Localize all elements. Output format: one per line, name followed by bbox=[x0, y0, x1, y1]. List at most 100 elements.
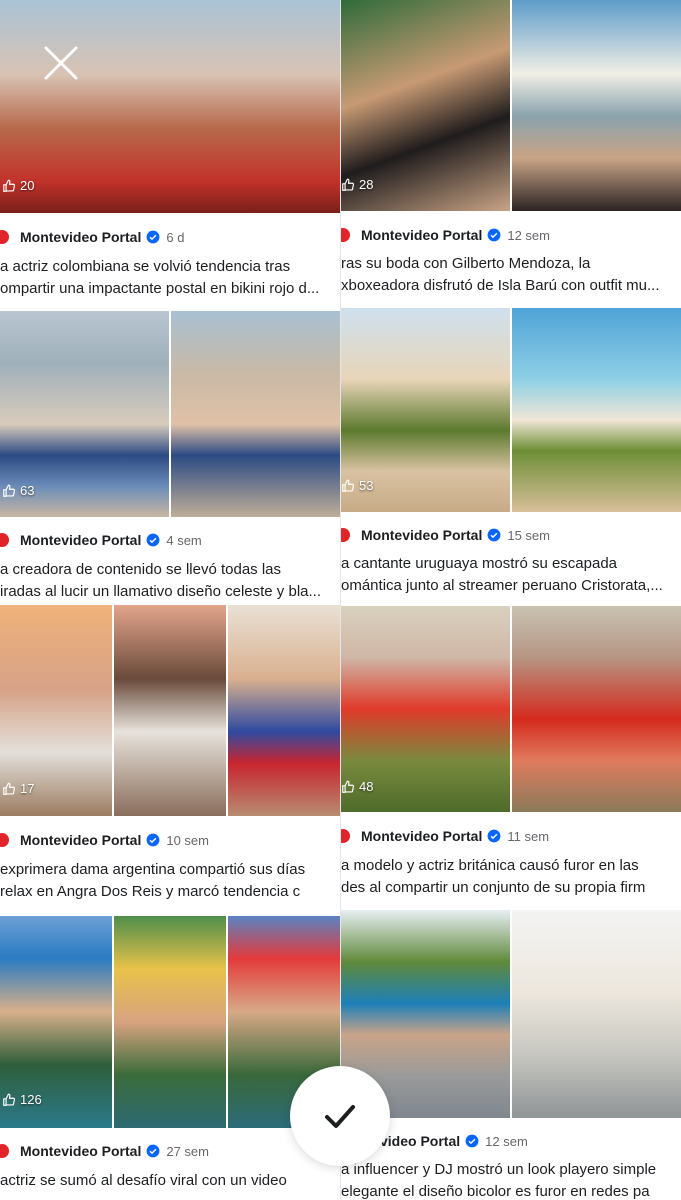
like-count-value: 53 bbox=[359, 478, 374, 493]
photo bbox=[0, 0, 340, 213]
post-card[interactable]: ntevideo Portal 12 sem a influencer y DJ… bbox=[341, 910, 681, 1200]
post-author-row[interactable]: Montevideo Portal 15 sem bbox=[341, 525, 550, 545]
post-caption[interactable]: ras su boda con Gilberto Mendoza, la xbo… bbox=[341, 253, 681, 297]
author-name[interactable]: Montevideo Portal bbox=[361, 227, 482, 243]
avatar[interactable] bbox=[341, 827, 352, 845]
post-image[interactable] bbox=[341, 308, 681, 512]
post-author-row[interactable]: Montevideo Portal 4 sem bbox=[0, 530, 202, 550]
caption-line: xboxeadora disfrutó de Isla Barú con out… bbox=[341, 277, 660, 294]
author-name[interactable]: Montevideo Portal bbox=[361, 828, 482, 844]
caption-line: a modelo y actriz británica causó furor … bbox=[341, 857, 639, 874]
post-image[interactable] bbox=[0, 916, 340, 1128]
thumbs-up-icon bbox=[342, 479, 355, 492]
post-age: 15 sem bbox=[507, 527, 550, 543]
verified-badge-icon bbox=[146, 1144, 160, 1158]
post-image[interactable] bbox=[0, 0, 340, 213]
like-count-value: 126 bbox=[20, 1092, 42, 1107]
photo bbox=[112, 605, 226, 816]
post-card[interactable]: 28 Montevideo Portal 12 sem ras su boda … bbox=[341, 0, 681, 305]
photo bbox=[510, 606, 681, 812]
caption-line: iradas al lucir un llamativo diseño cele… bbox=[0, 583, 321, 600]
caption-line: ras su boda con Gilberto Mendoza, la bbox=[341, 255, 591, 272]
avatar[interactable] bbox=[0, 1142, 11, 1160]
verified-badge-icon bbox=[487, 228, 501, 242]
verified-badge-icon bbox=[146, 533, 160, 547]
like-count: 126 bbox=[2, 1092, 42, 1107]
author-name[interactable]: Montevideo Portal bbox=[361, 527, 482, 543]
like-count: 17 bbox=[2, 781, 34, 796]
post-caption[interactable]: actriz se sumó al desafío viral con un v… bbox=[0, 1170, 340, 1192]
caption-line: relax en Angra Dos Reis y marcó tendenci… bbox=[0, 883, 301, 900]
photo bbox=[169, 311, 340, 517]
post-caption[interactable]: a actriz colombiana se volvió tendencia … bbox=[0, 256, 340, 300]
like-count: 63 bbox=[2, 483, 34, 498]
left-column: 20 Montevideo Portal 6 d a actriz colomb… bbox=[0, 0, 340, 1200]
post-image[interactable] bbox=[341, 606, 681, 812]
verified-badge-icon bbox=[146, 230, 160, 244]
verified-badge-icon bbox=[465, 1134, 479, 1148]
caption-line: elegante el diseño bicolor es furor en r… bbox=[341, 1183, 650, 1200]
post-caption[interactable]: a modelo y actriz británica causó furor … bbox=[341, 855, 681, 899]
post-image[interactable] bbox=[0, 311, 340, 517]
like-count-value: 20 bbox=[20, 178, 35, 193]
avatar[interactable] bbox=[0, 831, 11, 849]
avatar[interactable] bbox=[341, 526, 352, 544]
author-name[interactable]: Montevideo Portal bbox=[20, 1143, 141, 1159]
thumbs-up-icon bbox=[3, 782, 16, 795]
thumbs-up-icon bbox=[342, 780, 355, 793]
post-age: 10 sem bbox=[166, 832, 209, 848]
post-card[interactable]: 48 Montevideo Portal 11 sem a modelo y a… bbox=[341, 606, 681, 908]
verified-badge-icon bbox=[487, 528, 501, 542]
like-count-value: 17 bbox=[20, 781, 35, 796]
post-author-row[interactable]: Montevideo Portal 6 d bbox=[0, 227, 184, 247]
post-card[interactable]: 17 Montevideo Portal 10 sem exprimera da… bbox=[0, 605, 340, 912]
caption-line: a actriz colombiana se volvió tendencia … bbox=[0, 258, 291, 275]
verified-badge-icon bbox=[487, 829, 501, 843]
photo bbox=[226, 605, 340, 816]
like-count: 20 bbox=[2, 178, 34, 193]
caption-line: a cantante uruguaya mostró su escapada bbox=[341, 555, 618, 572]
photo bbox=[510, 0, 681, 211]
post-caption[interactable]: a cantante uruguaya mostró su escapada o… bbox=[341, 553, 681, 597]
close-icon bbox=[44, 46, 78, 80]
like-count: 48 bbox=[341, 779, 373, 794]
post-caption[interactable]: a creadora de contenido se llevó todas l… bbox=[0, 559, 340, 603]
author-name[interactable]: Montevideo Portal bbox=[20, 229, 141, 245]
post-age: 4 sem bbox=[166, 532, 202, 548]
author-name[interactable]: Montevideo Portal bbox=[20, 832, 141, 848]
confirm-button[interactable] bbox=[290, 1066, 390, 1166]
avatar[interactable] bbox=[0, 228, 11, 246]
thumbs-up-icon bbox=[3, 1093, 16, 1106]
post-caption[interactable]: exprimera dama argentina compartió sus d… bbox=[0, 859, 340, 903]
caption-line: a creadora de contenido se llevó todas l… bbox=[0, 561, 282, 578]
thumbs-up-icon bbox=[3, 179, 16, 192]
post-caption[interactable]: a influencer y DJ mostró un look playero… bbox=[341, 1159, 681, 1200]
post-image[interactable] bbox=[341, 910, 681, 1118]
like-count-value: 48 bbox=[359, 779, 374, 794]
like-count: 53 bbox=[341, 478, 373, 493]
post-card[interactable]: 126 Montevideo Portal 27 sem actriz se s… bbox=[0, 916, 340, 1200]
post-author-row[interactable]: Montevideo Portal 11 sem bbox=[341, 826, 549, 846]
photo bbox=[112, 916, 226, 1128]
post-image[interactable] bbox=[0, 605, 340, 816]
caption-line: omántica junto al streamer peruano Crist… bbox=[341, 577, 663, 594]
close-button[interactable] bbox=[42, 44, 80, 82]
avatar[interactable] bbox=[341, 226, 352, 244]
photo bbox=[510, 910, 681, 1118]
like-count: 28 bbox=[341, 177, 373, 192]
post-card[interactable]: 53 Montevideo Portal 15 sem a cantante u… bbox=[341, 308, 681, 604]
right-column: 28 Montevideo Portal 12 sem ras su boda … bbox=[341, 0, 681, 1200]
caption-line: a influencer y DJ mostró un look playero… bbox=[341, 1161, 657, 1178]
post-age: 6 d bbox=[166, 229, 185, 245]
avatar[interactable] bbox=[0, 531, 11, 549]
post-author-row[interactable]: Montevideo Portal 27 sem bbox=[0, 1141, 209, 1161]
thumbs-up-icon bbox=[3, 484, 16, 497]
post-image[interactable] bbox=[341, 0, 681, 211]
author-name[interactable]: Montevideo Portal bbox=[20, 532, 141, 548]
post-age: 12 sem bbox=[507, 227, 550, 243]
post-author-row[interactable]: Montevideo Portal 12 sem bbox=[341, 225, 550, 245]
post-author-row[interactable]: Montevideo Portal 10 sem bbox=[0, 830, 209, 850]
post-card[interactable]: 63 Montevideo Portal 4 sem a creadora de… bbox=[0, 311, 340, 605]
verified-badge-icon bbox=[146, 833, 160, 847]
caption-line: ompartir una impactante postal en bikini… bbox=[0, 280, 320, 297]
